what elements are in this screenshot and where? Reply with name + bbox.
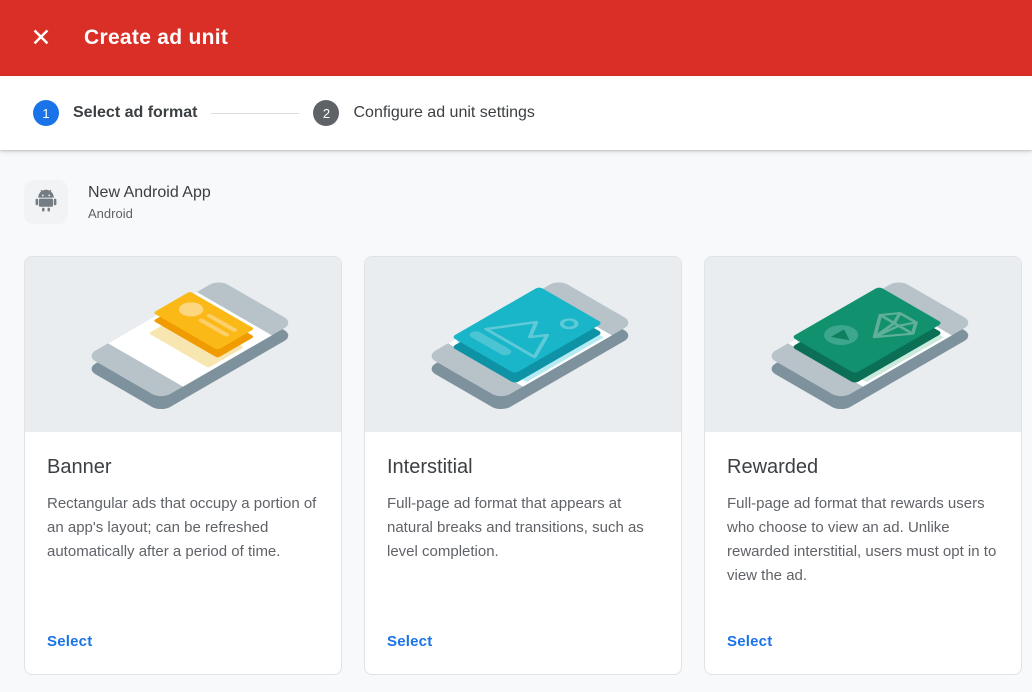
banner-phone-illustration (25, 257, 341, 432)
select-banner-button[interactable]: Select (47, 629, 92, 654)
card-description: Rectangular ads that occupy a portion of… (47, 492, 319, 629)
card-body: Banner Rectangular ads that occupy a por… (25, 432, 341, 674)
app-summary-row: New Android App Android (24, 180, 1008, 224)
app-icon-container (24, 180, 68, 224)
app-name: New Android App (88, 184, 211, 202)
create-ad-unit-header: ✕ Create ad unit (0, 0, 1032, 76)
page-title: Create ad unit (84, 26, 228, 50)
card-title: Banner (47, 456, 319, 479)
select-rewarded-button[interactable]: Select (727, 629, 772, 654)
wizard-stepper: 1 Select ad format 2 Configure ad unit s… (0, 76, 1032, 150)
close-icon[interactable]: ✕ (24, 21, 58, 55)
select-interstitial-button[interactable]: Select (387, 629, 432, 654)
card-body: Rewarded Full-page ad format that reward… (705, 432, 1021, 674)
step-configure-ad-unit-settings: 2 Configure ad unit settings (313, 100, 534, 126)
card-description: Full-page ad format that appears at natu… (387, 492, 659, 629)
ad-format-card-banner: Banner Rectangular ads that occupy a por… (24, 256, 342, 675)
stepper-connector-line (211, 113, 299, 114)
card-description: Full-page ad format that rewards users w… (727, 492, 999, 629)
interstitial-phone-illustration (365, 257, 681, 432)
rewarded-phone-illustration (705, 257, 1021, 432)
step-2-circle: 2 (313, 100, 339, 126)
step-2-label: Configure ad unit settings (353, 104, 534, 122)
ad-format-card-rewarded: Rewarded Full-page ad format that reward… (704, 256, 1022, 675)
step-select-ad-format: 1 Select ad format (33, 100, 197, 126)
ad-format-cards: Banner Rectangular ads that occupy a por… (24, 256, 1008, 675)
ad-format-card-interstitial: Interstitial Full-page ad format that ap… (364, 256, 682, 675)
card-body: Interstitial Full-page ad format that ap… (365, 432, 681, 674)
main-content: New Android App Android (0, 150, 1032, 675)
card-title: Rewarded (727, 456, 999, 479)
card-title: Interstitial (387, 456, 659, 479)
step-1-label: Select ad format (73, 104, 197, 122)
android-robot-icon (35, 188, 57, 217)
app-platform: Android (88, 206, 211, 221)
app-text: New Android App Android (88, 184, 211, 221)
step-1-circle: 1 (33, 100, 59, 126)
